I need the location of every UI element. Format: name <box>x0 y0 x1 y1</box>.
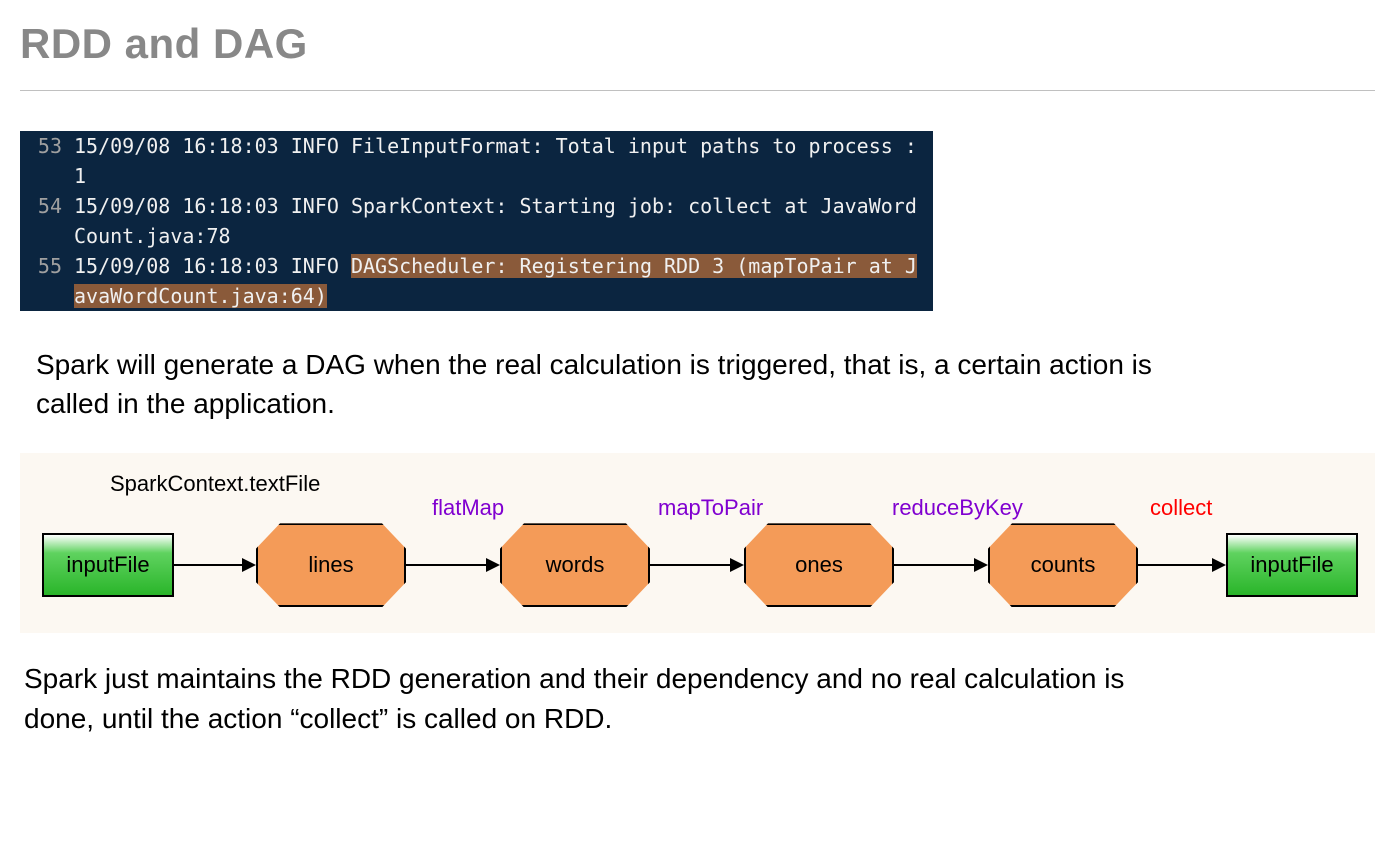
arrow-head-icon <box>486 558 500 572</box>
arrow-head-icon <box>730 558 744 572</box>
node-label: counts <box>1031 552 1096 578</box>
node-ones: ones <box>744 523 894 607</box>
arrow-head-icon <box>242 558 256 572</box>
log-line: 15/09/08 16:18:03 INFO SparkContext: Sta… <box>68 191 933 251</box>
explanation-paragraph-2: Spark just maintains the RDD generation … <box>24 659 1184 737</box>
arrow-line <box>174 564 244 566</box>
arrow-line <box>406 564 488 566</box>
console-row: 53 15/09/08 16:18:03 INFO FileInputForma… <box>20 131 933 191</box>
console-log-block: 53 15/09/08 16:18:03 INFO FileInputForma… <box>20 131 933 311</box>
node-label: inputFile <box>1250 552 1333 578</box>
title-divider <box>20 90 1375 91</box>
log-line: 15/09/08 16:18:03 INFO DAGScheduler: Reg… <box>68 251 933 311</box>
line-number: 55 <box>20 251 68 311</box>
arrow-line <box>894 564 976 566</box>
arrow-line <box>1138 564 1214 566</box>
node-label: ones <box>795 552 843 578</box>
node-label: inputFile <box>66 552 149 578</box>
arrow-head-icon <box>974 558 988 572</box>
diagram-top-label: SparkContext.textFile <box>110 471 320 497</box>
node-lines: lines <box>256 523 406 607</box>
op-label-maptopair: mapToPair <box>658 495 763 521</box>
explanation-paragraph-1: Spark will generate a DAG when the real … <box>36 345 1196 423</box>
line-number: 54 <box>20 191 68 251</box>
console-row: 54 15/09/08 16:18:03 INFO SparkContext: … <box>20 191 933 251</box>
node-label: words <box>546 552 605 578</box>
page-title: RDD and DAG <box>20 20 1375 68</box>
node-inputfile-left: inputFile <box>42 533 174 597</box>
arrow-line <box>650 564 732 566</box>
log-text: 15/09/08 16:18:03 INFO FileInputFormat: … <box>74 134 929 188</box>
arrow-head-icon <box>1212 558 1226 572</box>
op-label-collect: collect <box>1150 495 1212 521</box>
op-label-flatmap: flatMap <box>432 495 504 521</box>
slide-page: RDD and DAG 53 15/09/08 16:18:03 INFO Fi… <box>0 0 1395 856</box>
dag-diagram: SparkContext.textFile flatMap mapToPair … <box>20 453 1375 633</box>
node-label: lines <box>308 552 353 578</box>
node-words: words <box>500 523 650 607</box>
node-counts: counts <box>988 523 1138 607</box>
op-label-reducebykey: reduceByKey <box>892 495 1023 521</box>
line-number: 53 <box>20 131 68 191</box>
console-row: 55 15/09/08 16:18:03 INFO DAGScheduler: … <box>20 251 933 311</box>
node-inputfile-right: inputFile <box>1226 533 1358 597</box>
log-text: 15/09/08 16:18:03 INFO SparkContext: Sta… <box>74 194 917 248</box>
log-text: 15/09/08 16:18:03 INFO <box>74 254 351 278</box>
log-line: 15/09/08 16:18:03 INFO FileInputFormat: … <box>68 131 933 191</box>
